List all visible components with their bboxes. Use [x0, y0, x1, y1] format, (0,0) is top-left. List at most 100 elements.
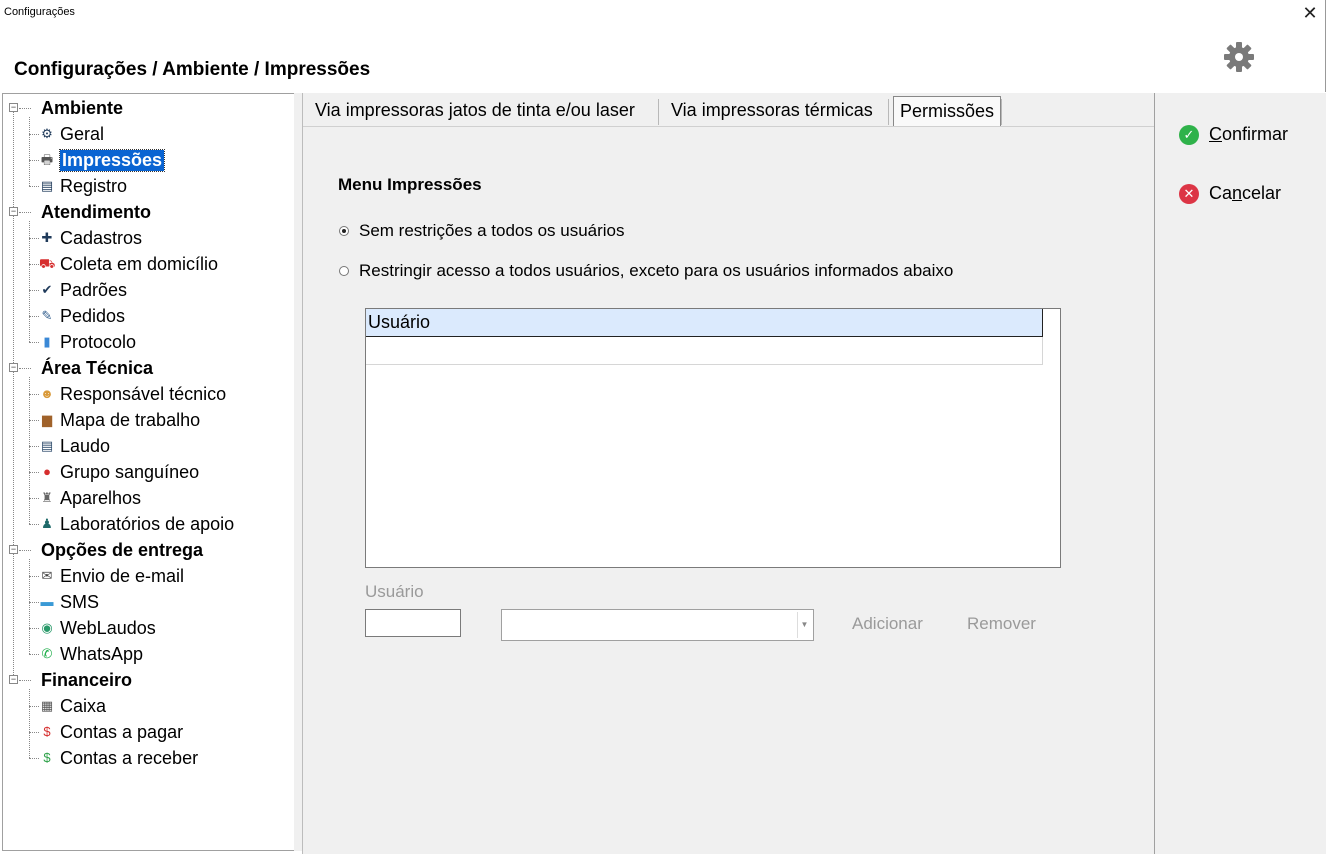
add-button[interactable]: Adicionar — [852, 614, 923, 634]
tree-item[interactable]: ▤ Registro — [39, 173, 127, 199]
tree-item[interactable]: ▤ Laudo — [39, 433, 110, 459]
tree-item[interactable]: ✚ Cadastros — [39, 225, 143, 251]
tree-item[interactable]: ⛟ Coleta em domicílio — [39, 251, 218, 277]
radio-button-checked[interactable] — [339, 226, 349, 236]
tree-item[interactable]: ▬ SMS — [39, 589, 100, 615]
close-circle-icon: ✕ — [1179, 183, 1199, 204]
close-button[interactable]: ✕ — [1296, 2, 1324, 24]
tab-thermal[interactable]: Via impressoras térmicas — [665, 96, 879, 126]
tree-item-icon: ▬ — [40, 594, 54, 609]
tree-item-icon: ✚ — [41, 230, 53, 245]
tree-group[interactable]: Atendimento — [41, 199, 151, 225]
tree-item[interactable]: ☻ Responsável técnico — [39, 381, 226, 407]
tree-connector — [29, 238, 39, 239]
tree-item[interactable]: $ Contas a pagar — [39, 719, 183, 745]
tree-connector — [29, 524, 39, 525]
users-grid[interactable]: Usuário — [365, 308, 1061, 568]
collapse-icon[interactable]: − — [9, 675, 18, 684]
tab-inkjet-laser[interactable]: Via impressoras jatos de tinta e/ou lase… — [309, 96, 641, 126]
tree-item[interactable]: ♜ Aparelhos — [39, 485, 141, 511]
radio-label: Restringir acesso a todos usuários, exce… — [359, 261, 954, 280]
tree-item[interactable]: ♟ Laboratórios de apoio — [39, 511, 234, 537]
collapse-icon[interactable]: − — [9, 207, 18, 216]
tree-item-label: Responsável técnico — [60, 383, 227, 404]
table-row[interactable] — [366, 337, 1043, 365]
tree-item-icon: ⚙ — [41, 126, 53, 141]
tree-item[interactable]: ✎ Pedidos — [39, 303, 126, 329]
tree-item-icon: ✆ — [41, 646, 53, 661]
tree-item-icon: $ — [43, 724, 51, 739]
tree-group[interactable]: Área Técnica — [41, 355, 153, 381]
radio-button[interactable] — [339, 266, 349, 276]
page-title: Configurações / Ambiente / Impressões — [14, 59, 371, 80]
tree-group[interactable]: Ambiente — [41, 95, 123, 121]
tree-group[interactable]: Financeiro — [41, 667, 132, 693]
user-code-input[interactable] — [365, 609, 461, 637]
tree-item[interactable]: ● Grupo sanguíneo — [39, 459, 199, 485]
tree-connector — [29, 186, 39, 187]
tree-connector — [29, 732, 39, 733]
confirm-label: Confirmar — [1209, 124, 1289, 144]
content-panel: Via impressoras jatos de tinta e/ou lase… — [302, 93, 1155, 854]
tree-connector — [29, 758, 39, 759]
tree-connector — [29, 134, 39, 135]
tree-connector — [29, 689, 30, 758]
tree-connector — [29, 117, 30, 186]
tree-item[interactable]: ⚙ Geral — [39, 121, 104, 147]
radio-restrict-access[interactable]: Restringir acesso a todos usuários, exce… — [339, 261, 953, 281]
tree-connector — [29, 559, 30, 654]
tree-item-label: Laudo — [60, 435, 111, 456]
tree-item[interactable]: ✉ Envio de e-mail — [39, 563, 185, 589]
tree-item-label: Envio de e-mail — [60, 565, 185, 586]
tree-connector — [29, 290, 39, 291]
tree-item-label: Mapa de trabalho — [60, 409, 201, 430]
tree-item[interactable]: ▮ Protocolo — [39, 329, 136, 355]
tree-group[interactable]: Opções de entrega — [41, 537, 203, 563]
tree-connector — [13, 112, 14, 207]
tree-item-label: Padrões — [60, 279, 128, 300]
radio-label: Sem restrições a todos os usuários — [359, 221, 625, 240]
tree-item[interactable]: ✔ Padrões — [39, 277, 128, 303]
tree-item[interactable]: 🖶 Impressões — [39, 147, 166, 173]
tree-item[interactable]: ▦ Caixa — [39, 693, 106, 719]
tab-separator — [888, 99, 889, 125]
gear-icon — [1224, 42, 1254, 72]
cancel-button[interactable]: ✕ Cancelar — [1179, 183, 1281, 204]
grid-column-header-user[interactable]: Usuário — [366, 309, 1043, 337]
remove-button[interactable]: Remover — [967, 614, 1036, 634]
tree-connector — [29, 420, 39, 421]
tree-item-icon: ▤ — [40, 438, 54, 453]
tree-item-icon: ♟ — [41, 516, 53, 531]
confirm-button[interactable]: ✓ Confirmar — [1179, 124, 1288, 145]
tree-connector — [29, 654, 39, 655]
user-select[interactable]: ▼ — [501, 609, 814, 641]
tree-item-icon: ✔ — [41, 282, 53, 297]
tree-connector — [19, 368, 31, 369]
tree-item[interactable]: ✆ WhatsApp — [39, 641, 144, 667]
tree-item[interactable]: ▆ Mapa de trabalho — [39, 407, 200, 433]
actions-panel: ✓ Confirmar ✕ Cancelar — [1154, 93, 1326, 854]
tree-connector — [19, 550, 31, 551]
tree-connector — [19, 212, 31, 213]
collapse-icon[interactable]: − — [9, 545, 18, 554]
radio-no-restrictions[interactable]: Sem restrições a todos os usuários — [339, 221, 625, 241]
tree-connector — [13, 554, 14, 675]
tree-connector — [29, 342, 39, 343]
chevron-down-icon[interactable]: ▼ — [797, 612, 811, 638]
tab-permissions[interactable]: Permissões — [893, 96, 1002, 126]
tree-connector — [29, 377, 30, 524]
settings-tree[interactable]: − Ambiente ⚙ Geral 🖶 Impressões ▤ Registro − Aten… — [2, 93, 300, 851]
tree-item-label: Grupo sanguíneo — [60, 461, 200, 482]
collapse-icon[interactable]: − — [9, 363, 18, 372]
window-title: Configurações — [4, 6, 75, 18]
tree-item[interactable]: ◉ WebLaudos — [39, 615, 155, 641]
tree-item-label: WhatsApp — [60, 643, 144, 664]
tree-connector — [29, 628, 39, 629]
collapse-icon[interactable]: − — [9, 103, 18, 112]
tree-item-label: Cadastros — [60, 227, 143, 248]
tree-scrollbar[interactable] — [294, 93, 302, 851]
tree-item-icon: ☻ — [40, 386, 54, 401]
tree-item-label: Atendimento — [41, 201, 151, 222]
tree-item-label: Laboratórios de apoio — [60, 513, 235, 534]
tree-item[interactable]: $ Contas a receber — [39, 745, 198, 771]
